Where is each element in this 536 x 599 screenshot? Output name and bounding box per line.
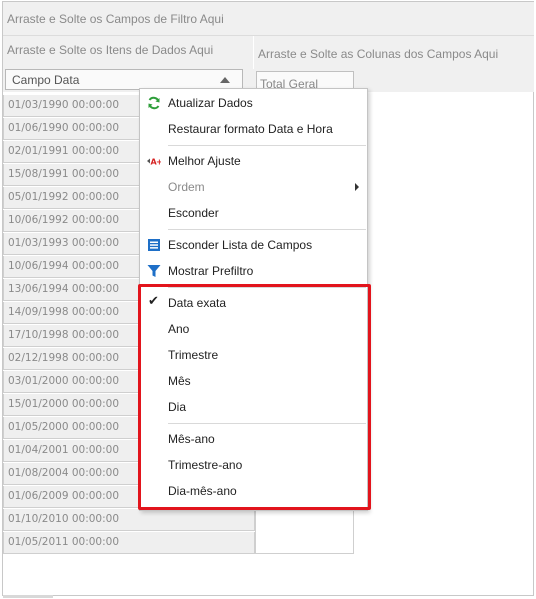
menu-label: Dia bbox=[168, 400, 187, 414]
row-value: 01/10/2010 00:00:00 bbox=[8, 513, 120, 525]
row-value: 15/01/2000 00:00:00 bbox=[8, 398, 120, 410]
column-drop-area[interactable]: Arraste e Solte as Colunas dos Campos Aq… bbox=[254, 36, 534, 69]
submenu-arrow-icon bbox=[355, 183, 359, 191]
menu-item-quarter-year[interactable]: Trimestre-ano bbox=[140, 453, 367, 477]
menu-separator bbox=[168, 423, 366, 424]
row-value: 01/05/2000 00:00:00 bbox=[8, 421, 120, 433]
menu-label: Dia-mês-ano bbox=[168, 484, 237, 498]
menu-item-quarter[interactable]: Trimestre bbox=[140, 343, 367, 367]
row-value: 01/03/1990 00:00:00 bbox=[8, 99, 120, 111]
menu-separator bbox=[168, 287, 366, 288]
menu-label: Esconder bbox=[168, 206, 219, 220]
menu-label: Mês-ano bbox=[168, 432, 215, 446]
row-value: 02/12/1998 00:00:00 bbox=[8, 352, 120, 364]
row-value: 01/08/2004 00:00:00 bbox=[8, 467, 120, 479]
row-value: 15/08/1991 00:00:00 bbox=[8, 168, 120, 180]
table-row[interactable]: 01/10/2010 00:00:00 bbox=[3, 509, 255, 531]
menu-item-show-prefilter[interactable]: Mostrar Prefiltro bbox=[140, 259, 367, 283]
horizontal-scrollbar[interactable] bbox=[3, 595, 53, 598]
row-value: 01/06/1990 00:00:00 bbox=[8, 122, 120, 134]
row-value: 14/09/1998 00:00:00 bbox=[8, 306, 120, 318]
menu-label: Ordem bbox=[168, 180, 205, 194]
svg-text:+: + bbox=[156, 158, 161, 167]
menu-label: Restaurar formato Data e Hora bbox=[168, 122, 333, 136]
menu-item-order[interactable]: Ordem bbox=[140, 175, 367, 199]
data-area-hint: Arraste e Solte os Itens de Dados Aqui bbox=[7, 43, 214, 57]
menu-item-refresh[interactable]: Atualizar Dados bbox=[140, 91, 367, 115]
filter-drop-area[interactable]: Arraste e Solte os Campos de Filtro Aqui bbox=[3, 2, 534, 36]
menu-label: Ano bbox=[168, 322, 190, 336]
menu-separator bbox=[168, 229, 366, 230]
menu-item-hide-field-list[interactable]: Esconder Lista de Campos bbox=[140, 233, 367, 257]
field-list-icon bbox=[148, 239, 160, 251]
row-value: 05/01/1992 00:00:00 bbox=[8, 191, 120, 203]
context-menu: Atualizar Dados Restaurar formato Data e… bbox=[139, 88, 368, 511]
menu-label: Melhor Ajuste bbox=[168, 154, 241, 168]
row-value: 03/01/2000 00:00:00 bbox=[8, 375, 120, 387]
menu-item-month[interactable]: Mês bbox=[140, 369, 367, 393]
menu-item-year[interactable]: Ano bbox=[140, 317, 367, 341]
menu-label: Trimestre-ano bbox=[168, 458, 243, 472]
menu-item-month-year[interactable]: Mês-ano bbox=[140, 427, 367, 451]
table-row[interactable]: 01/05/2011 00:00:00 bbox=[3, 532, 255, 554]
filter-area-hint: Arraste e Solte os Campos de Filtro Aqui bbox=[7, 12, 224, 26]
menu-label: Trimestre bbox=[168, 348, 219, 362]
row-field-label: Campo Data bbox=[12, 73, 80, 87]
filter-icon bbox=[147, 265, 161, 277]
best-fit-icon: A + bbox=[147, 158, 161, 167]
row-value: 17/10/1998 00:00:00 bbox=[8, 329, 120, 341]
menu-label: Esconder Lista de Campos bbox=[168, 238, 313, 252]
row-value: 10/06/1992 00:00:00 bbox=[8, 214, 120, 226]
menu-item-best-fit[interactable]: A + Melhor Ajuste bbox=[140, 149, 367, 173]
menu-item-day-month-year[interactable]: Dia-mês-ano bbox=[140, 479, 367, 503]
menu-separator bbox=[168, 145, 366, 146]
refresh-icon bbox=[148, 96, 160, 110]
menu-item-restore-format[interactable]: Restaurar formato Data e Hora bbox=[140, 117, 367, 141]
row-value: 01/06/2009 00:00:00 bbox=[8, 490, 120, 502]
menu-label: Mês bbox=[168, 374, 191, 388]
menu-label: Atualizar Dados bbox=[168, 96, 253, 110]
checkmark-icon: ✔ bbox=[148, 294, 159, 309]
row-value: 01/04/2001 00:00:00 bbox=[8, 444, 120, 456]
row-value: 01/03/1993 00:00:00 bbox=[8, 237, 120, 249]
menu-item-hide[interactable]: Esconder bbox=[140, 201, 367, 225]
menu-item-day[interactable]: Dia bbox=[140, 395, 367, 419]
menu-label: Data exata bbox=[168, 296, 227, 310]
row-value: 10/06/1994 00:00:00 bbox=[8, 260, 120, 272]
menu-label: Mostrar Prefiltro bbox=[168, 264, 254, 278]
row-value: 13/06/1994 00:00:00 bbox=[8, 283, 120, 295]
menu-item-date-exact[interactable]: ✔ Data exata bbox=[140, 291, 367, 315]
row-value: 02/01/1991 00:00:00 bbox=[8, 145, 120, 157]
data-drop-area[interactable]: Arraste e Solte os Itens de Dados Aqui bbox=[3, 36, 253, 69]
sort-up-icon[interactable] bbox=[220, 77, 230, 83]
column-area-hint: Arraste e Solte as Colunas dos Campos Aq… bbox=[258, 47, 499, 61]
row-field-header[interactable]: Campo Data bbox=[5, 69, 243, 90]
row-value: 01/05/2011 00:00:00 bbox=[8, 536, 120, 548]
